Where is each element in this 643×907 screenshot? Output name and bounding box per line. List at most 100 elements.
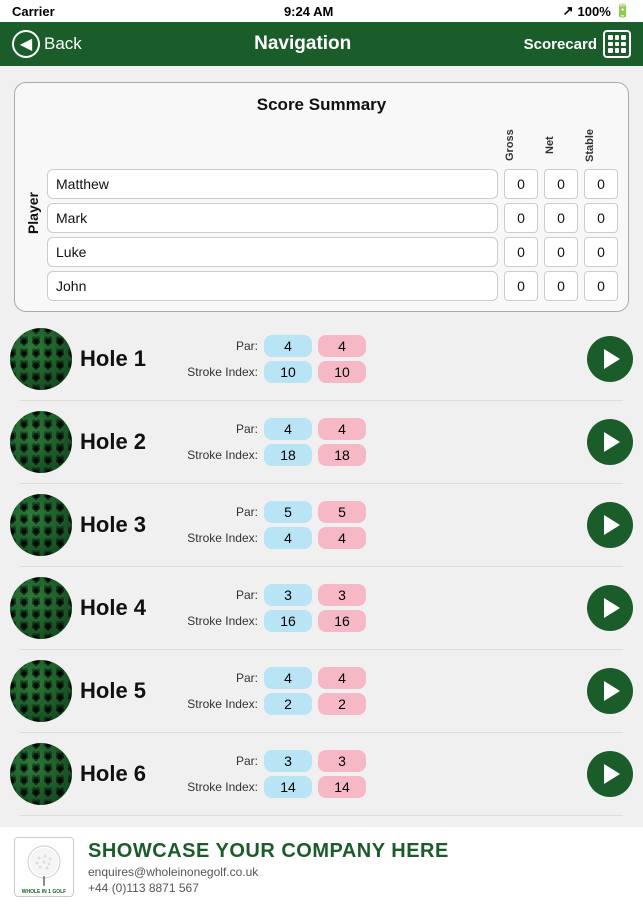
par-pink-value: 5 — [318, 501, 366, 523]
svg-text:WHOLE IN 1 GOLF: WHOLE IN 1 GOLF — [22, 889, 66, 894]
play-triangle-icon — [604, 432, 620, 452]
hole-details: Par: 3 3 Stroke Index: 14 14 — [178, 750, 579, 798]
par-pink-value: 3 — [318, 584, 366, 606]
golf-ball-icon — [10, 743, 72, 805]
hole-row: Hole 2 Par: 4 4 Stroke Index: 18 18 — [10, 411, 633, 473]
hole-6-section: Hole 6 Par: 3 3 Stroke Index: 14 14 — [10, 743, 633, 816]
hole-3-section: Hole 3 Par: 5 5 Stroke Index: 4 4 — [10, 494, 633, 567]
stroke-pink-value: 4 — [318, 527, 366, 549]
player-3-name[interactable] — [47, 237, 498, 267]
hole-play-button[interactable] — [587, 668, 633, 714]
hole-separator — [20, 566, 623, 567]
hole-separator — [20, 649, 623, 650]
par-blue-value: 4 — [264, 667, 312, 689]
stroke-pink-value: 14 — [318, 776, 366, 798]
stroke-blue-value: 4 — [264, 527, 312, 549]
stroke-index-row: Stroke Index: 2 2 — [178, 693, 579, 715]
back-button[interactable]: ◀ Back — [12, 30, 82, 58]
hole-details: Par: 5 5 Stroke Index: 4 4 — [178, 501, 579, 549]
par-pink-value: 3 — [318, 750, 366, 772]
stroke-blue-value: 16 — [264, 610, 312, 632]
par-blue-value: 5 — [264, 501, 312, 523]
hole-name: Hole 3 — [80, 512, 170, 538]
holes-list: Hole 1 Par: 4 4 Stroke Index: 10 10 — [0, 328, 643, 816]
back-label: Back — [44, 34, 82, 54]
stroke-blue-value: 2 — [264, 693, 312, 715]
play-triangle-icon — [604, 515, 620, 535]
gross-col-header: Gross — [504, 125, 538, 165]
hole-details: Par: 3 3 Stroke Index: 16 16 — [178, 584, 579, 632]
nav-bar: ◀ Back Navigation Scorecard — [0, 22, 643, 66]
par-label: Par: — [178, 671, 258, 685]
battery-icon: 🔋 — [615, 3, 631, 19]
stroke-pink-value: 16 — [318, 610, 366, 632]
table-row: 0 0 0 — [47, 203, 618, 233]
stroke-index-row: Stroke Index: 16 16 — [178, 610, 579, 632]
player-4-gross: 0 — [504, 271, 538, 301]
par-row: Par: 5 5 — [178, 501, 579, 523]
hole-separator — [20, 732, 623, 733]
table-row: 0 0 0 — [47, 169, 618, 199]
par-label: Par: — [178, 754, 258, 768]
hole-name: Hole 4 — [80, 595, 170, 621]
scorecard-grid-icon — [603, 30, 631, 58]
stroke-index-row: Stroke Index: 18 18 — [178, 444, 579, 466]
stroke-index-row: Stroke Index: 14 14 — [178, 776, 579, 798]
stroke-index-label: Stroke Index: — [178, 531, 258, 545]
par-row: Par: 3 3 — [178, 750, 579, 772]
hole-play-button[interactable] — [587, 751, 633, 797]
hole-separator — [20, 815, 623, 816]
hole-details: Par: 4 4 Stroke Index: 2 2 — [178, 667, 579, 715]
score-table: 0 0 0 0 0 0 0 0 0 0 — [47, 169, 618, 301]
stable-col-header: Stable — [584, 125, 618, 165]
player-4-name[interactable] — [47, 271, 498, 301]
par-blue-value: 4 — [264, 418, 312, 440]
golf-ball-icon — [10, 328, 72, 390]
scorecard-button[interactable]: Scorecard — [524, 30, 631, 58]
par-row: Par: 3 3 — [178, 584, 579, 606]
back-arrow-icon: ◀ — [12, 30, 40, 58]
player-1-gross: 0 — [504, 169, 538, 199]
score-summary-panel: Score Summary Player Gross Net Stable 0 … — [14, 82, 629, 312]
dimples-decoration — [10, 660, 72, 722]
par-row: Par: 4 4 — [178, 335, 579, 357]
hole-1-section: Hole 1 Par: 4 4 Stroke Index: 10 10 — [10, 328, 633, 401]
par-pink-value: 4 — [318, 418, 366, 440]
table-row: 0 0 0 — [47, 237, 618, 267]
stroke-blue-value: 14 — [264, 776, 312, 798]
stroke-blue-value: 18 — [264, 444, 312, 466]
player-4-stable: 0 — [584, 271, 618, 301]
par-blue-value: 3 — [264, 584, 312, 606]
stroke-index-label: Stroke Index: — [178, 448, 258, 462]
hole-play-button[interactable] — [587, 419, 633, 465]
net-col-header: Net — [544, 125, 578, 165]
stroke-index-row: Stroke Index: 4 4 — [178, 527, 579, 549]
hole-row: Hole 1 Par: 4 4 Stroke Index: 10 10 — [10, 328, 633, 390]
player-1-name[interactable] — [47, 169, 498, 199]
hole-2-section: Hole 2 Par: 4 4 Stroke Index: 18 18 — [10, 411, 633, 484]
golf-ball-icon — [10, 577, 72, 639]
hole-separator — [20, 400, 623, 401]
player-2-name[interactable] — [47, 203, 498, 233]
player-3-gross: 0 — [504, 237, 538, 267]
player-3-net: 0 — [544, 237, 578, 267]
par-label: Par: — [178, 422, 258, 436]
hole-play-button[interactable] — [587, 502, 633, 548]
table-row: 0 0 0 — [47, 271, 618, 301]
player-column-label: Player — [25, 192, 41, 234]
par-pink-value: 4 — [318, 667, 366, 689]
battery-text: ↗ 100% 🔋 — [563, 3, 631, 19]
par-row: Par: 4 4 — [178, 667, 579, 689]
showcase-heading: SHOWCASE YOUR COMPANY HERE — [88, 839, 629, 863]
player-3-stable: 0 — [584, 237, 618, 267]
golf-ball-icon — [10, 411, 72, 473]
player-1-net: 0 — [544, 169, 578, 199]
footer-email: enquires@wholeinonegolf.co.uk — [88, 865, 629, 879]
carrier-text: Carrier — [12, 4, 55, 19]
par-label: Par: — [178, 505, 258, 519]
stroke-index-label: Stroke Index: — [178, 614, 258, 628]
hole-details: Par: 4 4 Stroke Index: 10 10 — [178, 335, 579, 383]
signal-icon: ↗ — [563, 3, 574, 19]
hole-play-button[interactable] — [587, 336, 633, 382]
hole-play-button[interactable] — [587, 585, 633, 631]
